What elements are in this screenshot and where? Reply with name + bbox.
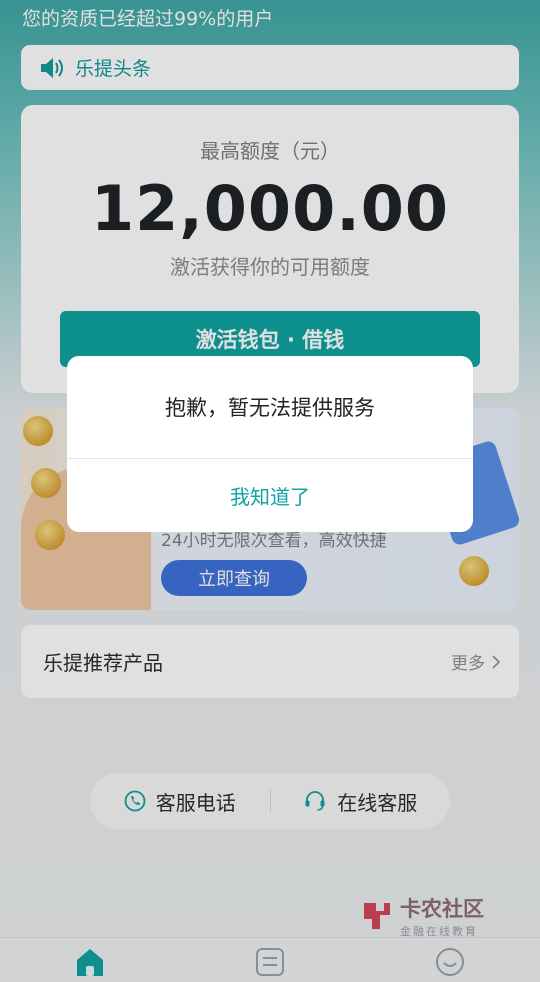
alert-dialog: 抱歉，暂无法提供服务 我知道了 <box>67 356 473 532</box>
dialog-ok-button[interactable]: 我知道了 <box>67 459 473 532</box>
dialog-message: 抱歉，暂无法提供服务 <box>67 356 473 459</box>
